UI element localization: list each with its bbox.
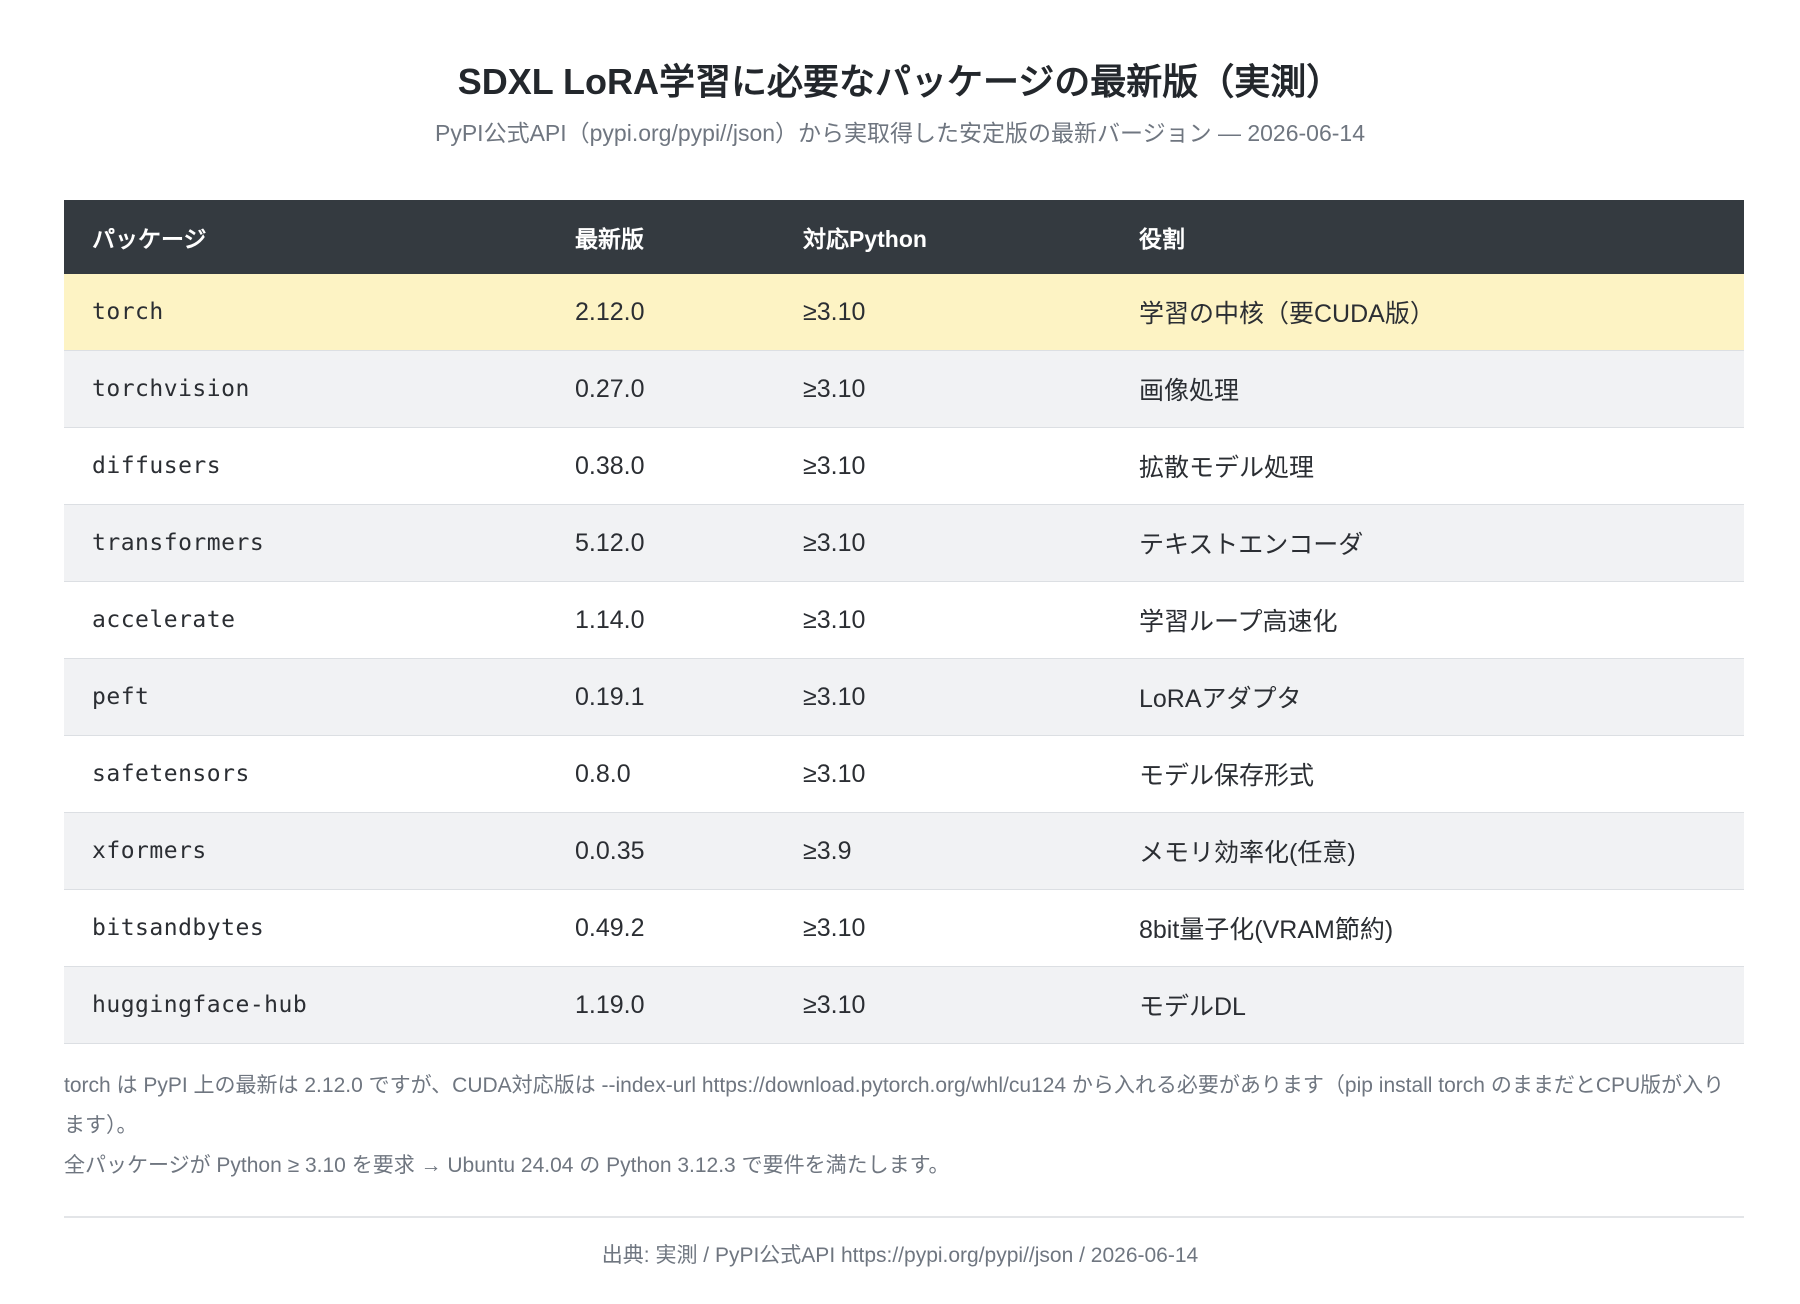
package-python: ≥3.10 [775, 966, 1111, 1044]
package-python: ≥3.10 [775, 889, 1111, 967]
package-version: 0.8.0 [547, 735, 775, 813]
table-row: transformers 5.12.0 ≥3.10 テキストエンコーダ [64, 504, 1744, 582]
page: SDXL LoRA学習に必要なパッケージの最新版（実測） PyPI公式API（p… [0, 0, 1800, 1304]
package-role: 8bit量子化(VRAM節約) [1111, 889, 1744, 967]
table-row: huggingface-hub 1.19.0 ≥3.10 モデルDL [64, 966, 1744, 1044]
page-title: SDXL LoRA学習に必要なパッケージの最新版（実測） [457, 61, 1343, 102]
package-name: huggingface-hub [64, 966, 547, 1044]
package-name: torchvision [64, 350, 547, 428]
package-python: ≥3.9 [775, 812, 1111, 890]
table-row: peft 0.19.1 ≥3.10 LoRAアダプタ [64, 658, 1744, 736]
note-python-requirement: 全パッケージが Python ≥ 3.10 を要求 → Ubuntu 24.04… [64, 1154, 950, 1177]
column-header-version: 最新版 [547, 200, 775, 274]
package-role: モデル保存形式 [1111, 735, 1744, 813]
package-role: 学習の中核（要CUDA版） [1111, 274, 1744, 351]
package-table: パッケージ 最新版 対応Python 役割 torch 2.12.0 ≥3.10… [64, 200, 1744, 1044]
package-python: ≥3.10 [775, 504, 1111, 582]
package-name: xformers [64, 812, 547, 890]
table-row: torch 2.12.0 ≥3.10 学習の中核（要CUDA版） [64, 274, 1744, 351]
column-header-role: 役割 [1111, 200, 1744, 274]
package-version: 0.38.0 [547, 427, 775, 505]
page-subtitle: PyPI公式API（pypi.org/pypi//json）から実取得した安定版… [435, 120, 1365, 146]
package-version: 0.19.1 [547, 658, 775, 736]
package-version: 5.12.0 [547, 504, 775, 582]
table-row: torchvision 0.27.0 ≥3.10 画像処理 [64, 350, 1744, 428]
package-role: テキストエンコーダ [1111, 504, 1744, 582]
package-version: 0.27.0 [547, 350, 775, 428]
notes: torch は PyPI 上の最新は 2.12.0 ですが、CUDA対応版は -… [64, 1066, 1736, 1186]
package-role: 学習ループ高速化 [1111, 581, 1744, 659]
package-python: ≥3.10 [775, 350, 1111, 428]
package-name: peft [64, 658, 547, 736]
table-row: safetensors 0.8.0 ≥3.10 モデル保存形式 [64, 735, 1744, 813]
column-header-package: パッケージ [64, 200, 547, 274]
package-role: モデルDL [1111, 966, 1744, 1044]
package-name: diffusers [64, 427, 547, 505]
table-row: bitsandbytes 0.49.2 ≥3.10 8bit量子化(VRAM節約… [64, 889, 1744, 967]
package-version: 1.19.0 [547, 966, 775, 1044]
package-python: ≥3.10 [775, 735, 1111, 813]
source-credit: 出典: 実測 / PyPI公式API https://pypi.org/pypi… [601, 1244, 1199, 1267]
footer-divider [64, 1216, 1744, 1218]
package-name: torch [64, 274, 547, 351]
package-name: safetensors [64, 735, 547, 813]
note-cuda-install: torch は PyPI 上の最新は 2.12.0 ですが、CUDA対応版は -… [64, 1074, 1725, 1137]
package-role: 画像処理 [1111, 350, 1744, 428]
package-python: ≥3.10 [775, 274, 1111, 351]
package-name: accelerate [64, 581, 547, 659]
package-version: 0.0.35 [547, 812, 775, 890]
package-name: transformers [64, 504, 547, 582]
package-python: ≥3.10 [775, 658, 1111, 736]
table-row: diffusers 0.38.0 ≥3.10 拡散モデル処理 [64, 427, 1744, 505]
package-python: ≥3.10 [775, 581, 1111, 659]
table-header-row: パッケージ 最新版 対応Python 役割 [64, 200, 1744, 274]
package-name: bitsandbytes [64, 889, 547, 967]
column-header-python: 対応Python [775, 200, 1111, 274]
package-version: 0.49.2 [547, 889, 775, 967]
package-version: 1.14.0 [547, 581, 775, 659]
package-role: 拡散モデル処理 [1111, 427, 1744, 505]
table-row: xformers 0.0.35 ≥3.9 メモリ効率化(任意) [64, 812, 1744, 890]
package-role: メモリ効率化(任意) [1111, 812, 1744, 890]
table-row: accelerate 1.14.0 ≥3.10 学習ループ高速化 [64, 581, 1744, 659]
package-role: LoRAアダプタ [1111, 658, 1744, 736]
package-version: 2.12.0 [547, 274, 775, 351]
package-python: ≥3.10 [775, 427, 1111, 505]
